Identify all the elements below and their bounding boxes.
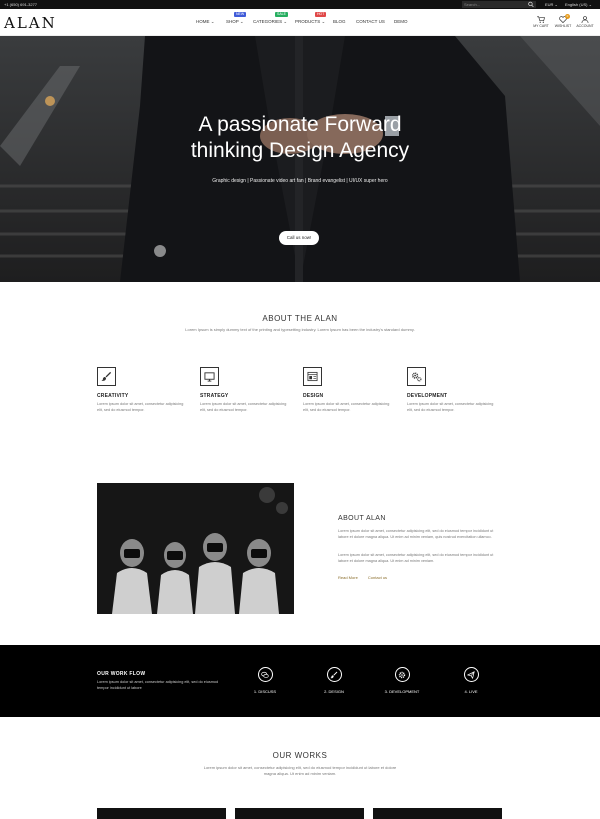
monitor-icon bbox=[200, 367, 219, 386]
work-thumbnail[interactable] bbox=[97, 808, 226, 819]
hero-title-line2: thinking Design Agency bbox=[190, 139, 410, 162]
top-bar: +1 (650) 691-3277 Search... EUR ⌄ Englis… bbox=[0, 0, 600, 9]
feature-desc: Lorem ipsum dolor sit amet, consectetur … bbox=[303, 402, 390, 412]
sale-badge: SALE bbox=[275, 12, 288, 17]
step-label: 2. DESIGN bbox=[324, 689, 344, 694]
workflow-desc: Lorem ipsum dolor sit amet, consectetur … bbox=[97, 680, 219, 690]
feature-name: DESIGN bbox=[303, 393, 324, 399]
nav-shop[interactable]: SHOP ⌄ bbox=[226, 19, 244, 25]
wishlist-count: 0 bbox=[565, 14, 570, 19]
feature-design: DESIGN Lorem ipsum dolor sit amet, conse… bbox=[303, 367, 393, 413]
currency-select[interactable]: EUR ⌄ bbox=[545, 2, 558, 7]
hero-title: A passionate Forward thinking Design Age… bbox=[0, 112, 600, 164]
about-section-desc: Lorem Ipsum is simply dummy text of the … bbox=[185, 327, 415, 332]
hero-subtitle: Graphic design | Passionate video art fa… bbox=[212, 178, 388, 184]
step-live: 4. LIVE bbox=[441, 667, 501, 694]
cart-label: MY CART bbox=[533, 24, 549, 28]
account-link[interactable]: ACCOUNT bbox=[575, 16, 595, 28]
user-icon bbox=[581, 16, 589, 23]
team-photo bbox=[97, 483, 294, 614]
call-us-button[interactable]: Call us now! bbox=[279, 231, 319, 245]
step-label: 3. DEVELOPMENT bbox=[384, 689, 420, 694]
search-input[interactable]: Search... bbox=[462, 1, 536, 8]
nav-categories[interactable]: CATEGORIES ⌄ bbox=[253, 19, 287, 25]
language-select[interactable]: English (US) ⌄ bbox=[565, 2, 592, 7]
search-icon[interactable] bbox=[528, 1, 534, 8]
brush-icon bbox=[97, 367, 116, 386]
wishlist-label: WISHLIST bbox=[554, 24, 572, 28]
step-design: 2. DESIGN bbox=[304, 667, 364, 694]
about-alan-links: Read More Contact us bbox=[338, 575, 396, 580]
work-thumbnail[interactable] bbox=[235, 808, 364, 819]
hero-title-line1: A passionate Forward bbox=[198, 113, 402, 136]
feature-name: STRATEGY bbox=[200, 393, 229, 399]
feature-development: DEVELOPMENT Lorem ipsum dolor sit amet, … bbox=[407, 367, 497, 413]
nav-products[interactable]: PRODUCTS ⌄ bbox=[295, 19, 325, 25]
layout-icon bbox=[303, 367, 322, 386]
paper-plane-icon bbox=[463, 667, 479, 682]
nav-contact-us[interactable]: CONTACT US bbox=[356, 19, 385, 24]
hero-banner: A passionate Forward thinking Design Age… bbox=[0, 36, 600, 282]
step-development: 3. DEVELOPMENT bbox=[372, 667, 432, 694]
works-section-title: OUR WORKS bbox=[272, 751, 328, 760]
workflow-title: OUR WORK FLOW bbox=[97, 671, 146, 677]
wishlist-link[interactable]: WISHLIST 0 bbox=[553, 14, 573, 28]
about-alan-paragraph-2: Lorem ipsum dolor sit amet, consectetur … bbox=[338, 553, 494, 563]
feature-desc: Lorem ipsum dolor sit amet, consectetur … bbox=[97, 402, 184, 412]
feature-desc: Lorem ipsum dolor sit amet, consectetur … bbox=[407, 402, 494, 412]
gears-icon bbox=[407, 367, 426, 386]
cart-link[interactable]: MY CART bbox=[531, 16, 551, 28]
account-label: ACCOUNT bbox=[576, 24, 594, 28]
feature-creativity: CREATIVITY Lorem ipsum dolor sit amet, c… bbox=[97, 367, 187, 413]
about-section-title: ABOUT THE ALAN bbox=[262, 314, 338, 323]
site-header: ALAN HOME ⌄ SHOP ⌄ CATEGORIES ⌄ PRODUCTS… bbox=[0, 9, 600, 36]
brush-icon bbox=[326, 667, 342, 682]
workflow-section: OUR WORK FLOW Lorem ipsum dolor sit amet… bbox=[0, 645, 600, 717]
contact-us-link[interactable]: Contact us bbox=[368, 575, 387, 580]
feature-desc: Lorem ipsum dolor sit amet, consectetur … bbox=[200, 402, 287, 412]
work-thumbnail[interactable] bbox=[373, 808, 502, 819]
feature-strategy: STRATEGY Lorem ipsum dolor sit amet, con… bbox=[200, 367, 290, 413]
phone-number[interactable]: +1 (650) 691-3277 bbox=[4, 2, 37, 7]
step-label: 1. DISCUSS bbox=[253, 689, 277, 694]
step-label: 4. LIVE bbox=[464, 689, 478, 694]
chat-icon bbox=[257, 667, 273, 682]
gear-icon bbox=[394, 667, 410, 682]
hot-badge: HOT bbox=[315, 12, 327, 17]
nav-home[interactable]: HOME ⌄ bbox=[196, 19, 215, 25]
logo[interactable]: ALAN bbox=[4, 14, 57, 32]
about-alan-paragraph-1: Lorem ipsum dolor sit amet, consectetur … bbox=[338, 529, 494, 539]
nav-blog[interactable]: BLOG bbox=[333, 19, 346, 24]
cart-icon bbox=[537, 16, 545, 23]
read-more-link[interactable]: Read More bbox=[338, 575, 358, 580]
step-discuss: 1. DISCUSS bbox=[235, 667, 295, 694]
nav-demo[interactable]: DEMO bbox=[394, 19, 408, 24]
feature-name: DEVELOPMENT bbox=[407, 393, 448, 399]
works-section-desc: Lorem ipsum dolor sit amet, consectetur … bbox=[203, 765, 397, 776]
feature-name: CREATIVITY bbox=[97, 393, 129, 399]
about-alan-title: ABOUT ALAN bbox=[338, 515, 386, 522]
new-badge: NEW bbox=[234, 12, 247, 17]
